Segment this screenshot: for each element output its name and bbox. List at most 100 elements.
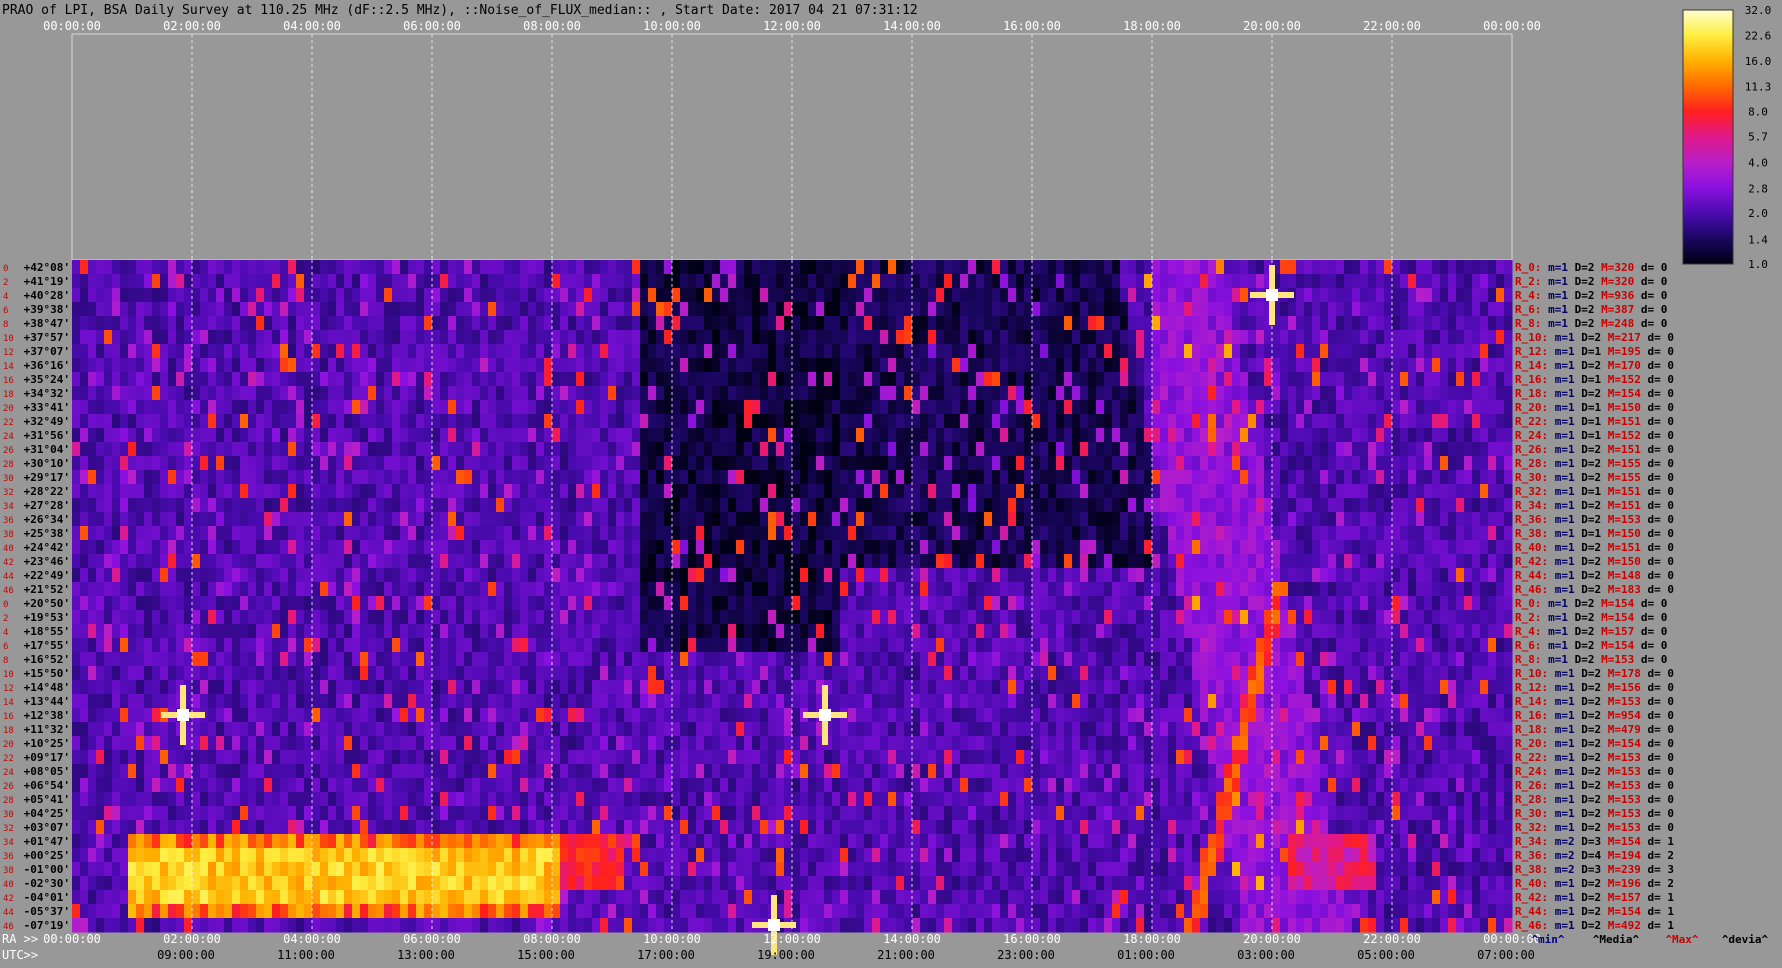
heatmap-cell xyxy=(1096,442,1105,457)
heatmap-cell xyxy=(440,344,449,359)
heatmap-cell xyxy=(1456,610,1465,625)
heatmap-cell xyxy=(504,428,513,443)
heatmap-cell xyxy=(1320,456,1329,471)
heatmap-cell xyxy=(120,554,129,569)
heatmap-cell xyxy=(824,414,833,429)
heatmap-cell xyxy=(584,274,593,289)
heatmap-cell xyxy=(1144,260,1153,275)
heatmap-cell xyxy=(400,470,409,485)
heatmap-cell xyxy=(472,470,481,485)
heatmap-cell xyxy=(1232,582,1241,597)
heatmap-cell xyxy=(1472,414,1481,429)
heatmap-cell xyxy=(1400,484,1409,499)
heatmap-cell xyxy=(704,386,713,401)
heatmap-cell xyxy=(936,610,945,625)
heatmap-cell xyxy=(528,596,537,611)
heatmap-cell xyxy=(784,582,793,597)
heatmap-cell xyxy=(560,428,569,443)
heatmap-cell xyxy=(104,526,113,541)
heatmap-cell xyxy=(728,316,737,331)
heatmap-cell xyxy=(1472,540,1481,555)
heatmap-cell xyxy=(336,596,345,611)
heatmap-cell xyxy=(480,274,489,289)
heatmap-cell xyxy=(944,624,953,639)
heatmap-cell xyxy=(312,442,321,457)
heatmap-cell xyxy=(120,526,129,541)
heatmap-cell xyxy=(472,358,481,373)
heatmap-cell xyxy=(512,288,521,303)
heatmap-cell xyxy=(608,330,617,345)
heatmap-cell xyxy=(632,386,641,401)
heatmap-cell xyxy=(416,526,425,541)
heatmap-cell xyxy=(1464,456,1473,471)
heatmap-cell xyxy=(1304,470,1313,485)
heatmap-cell xyxy=(256,624,265,639)
heatmap-cell xyxy=(1408,526,1417,541)
heatmap-cell xyxy=(1000,288,1009,303)
heatmap-cell xyxy=(168,330,177,345)
heatmap-cell xyxy=(1496,288,1505,303)
heatmap-cell xyxy=(248,316,257,331)
heatmap-cell xyxy=(1456,428,1465,443)
heatmap-cell xyxy=(1400,386,1409,401)
heatmap-cell xyxy=(392,428,401,443)
heatmap-cell xyxy=(1112,428,1121,443)
heatmap-cell xyxy=(696,344,705,359)
heatmap-cell xyxy=(336,428,345,443)
heatmap-cell xyxy=(560,470,569,485)
heatmap-cell xyxy=(440,414,449,429)
heatmap-cell xyxy=(448,428,457,443)
heatmap-cell xyxy=(392,526,401,541)
heatmap-cell xyxy=(384,498,393,513)
heatmap-cell xyxy=(136,484,145,499)
heatmap-cell xyxy=(584,624,593,639)
heatmap-cell xyxy=(528,610,537,625)
heatmap-cell xyxy=(152,386,161,401)
heatmap-cell xyxy=(680,638,689,653)
heatmap-cell xyxy=(648,358,657,373)
heatmap-cell xyxy=(952,442,961,457)
heatmap-cell xyxy=(1192,330,1201,345)
heatmap-cell xyxy=(1152,624,1161,639)
heatmap-cell xyxy=(680,386,689,401)
heatmap-cell xyxy=(928,526,937,541)
heatmap-cell xyxy=(1256,582,1265,597)
heatmap-cell xyxy=(624,372,633,387)
heatmap-cell xyxy=(856,498,865,513)
heatmap-cell xyxy=(1080,288,1089,303)
heatmap-cell xyxy=(968,442,977,457)
heatmap-cell xyxy=(1072,554,1081,569)
heatmap-cell xyxy=(1080,512,1089,527)
heatmap-cell xyxy=(1016,582,1025,597)
heatmap-cell xyxy=(1384,554,1393,569)
heatmap-cell xyxy=(416,386,425,401)
heatmap-cell xyxy=(936,330,945,345)
heatmap-cell xyxy=(488,456,497,471)
heatmap-cell xyxy=(1056,358,1065,373)
heatmap-cell xyxy=(776,386,785,401)
heatmap-cell xyxy=(552,470,561,485)
heatmap-cell xyxy=(656,638,665,653)
heatmap-cell xyxy=(1136,540,1145,555)
heatmap-cell xyxy=(1088,386,1097,401)
heatmap-cell xyxy=(80,428,89,443)
heatmap-cell xyxy=(816,498,825,513)
heatmap-cell xyxy=(152,624,161,639)
heatmap-cell xyxy=(616,484,625,499)
heatmap-cell xyxy=(720,540,729,555)
heatmap-cell xyxy=(784,302,793,317)
heatmap-cell xyxy=(392,456,401,471)
heatmap-cell xyxy=(552,498,561,513)
heatmap-cell xyxy=(1192,386,1201,401)
heatmap-cell xyxy=(1456,302,1465,317)
heatmap-cell xyxy=(856,372,865,387)
heatmap-cell xyxy=(760,596,769,611)
heatmap-cell xyxy=(272,372,281,387)
heatmap-cell xyxy=(1160,260,1169,275)
heatmap-cell xyxy=(248,610,257,625)
heatmap-cell xyxy=(800,638,809,653)
heatmap-cell xyxy=(840,638,849,653)
heatmap-cell xyxy=(848,624,857,639)
heatmap-cell xyxy=(440,498,449,513)
heatmap-cell xyxy=(552,302,561,317)
